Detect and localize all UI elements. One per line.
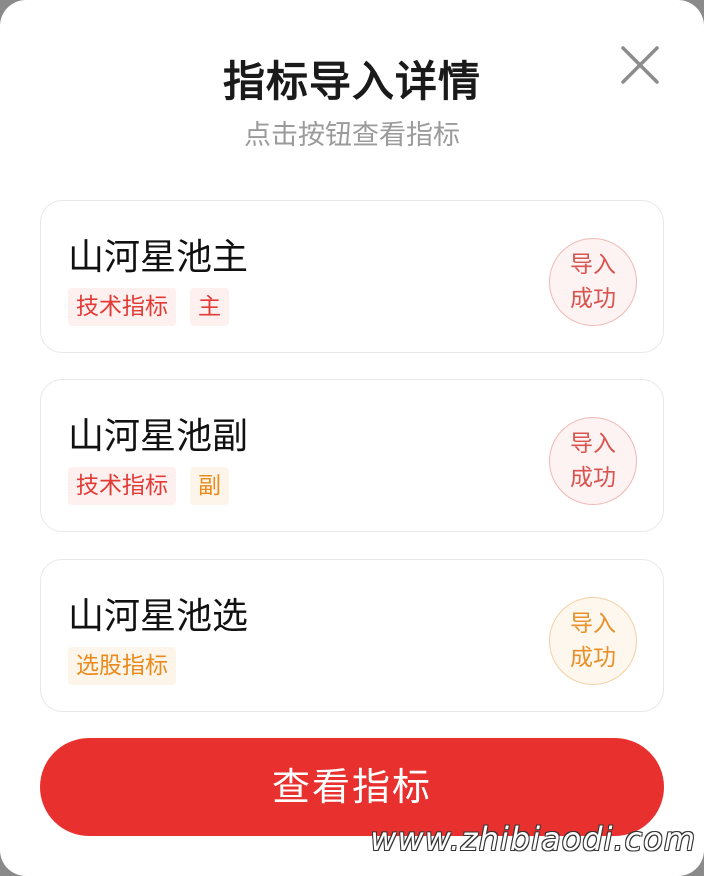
status-badge: 导入 成功	[549, 597, 637, 685]
tag-group: 技术指标 副	[68, 467, 229, 505]
import-details-dialog: 指标导入详情 点击按钮查看指标 山河星池主 技术指标 主 导入 成功 山河星池副…	[0, 0, 704, 876]
tag-role: 副	[190, 467, 229, 505]
close-icon[interactable]	[619, 44, 661, 86]
tag-group: 选股指标	[68, 647, 176, 685]
status-line-2: 成功	[570, 465, 616, 491]
indicator-card[interactable]: 山河星池副 技术指标 副 导入 成功	[40, 379, 664, 532]
dialog-title: 指标导入详情	[222, 57, 481, 106]
tag-group: 技术指标 主	[68, 288, 229, 326]
watermark: www.zhibiaodi.com	[370, 820, 696, 858]
indicator-card[interactable]: 山河星池选 选股指标 导入 成功	[40, 559, 664, 712]
status-line-1: 导入	[570, 431, 616, 457]
indicator-name: 山河星池主	[68, 237, 249, 278]
tag-type: 技术指标	[68, 288, 176, 326]
status-line-2: 成功	[570, 645, 616, 671]
tag-role: 主	[190, 288, 229, 326]
status-line-1: 导入	[570, 611, 616, 637]
indicator-name: 山河星池选	[68, 596, 249, 637]
dialog-subtitle: 点击按钮查看指标	[244, 120, 460, 151]
status-line-1: 导入	[570, 252, 616, 278]
status-badge: 导入 成功	[549, 238, 637, 326]
status-line-2: 成功	[570, 286, 616, 312]
indicator-card[interactable]: 山河星池主 技术指标 主 导入 成功	[40, 200, 664, 353]
tag-type: 选股指标	[68, 647, 176, 685]
indicator-name: 山河星池副	[68, 416, 249, 457]
status-badge: 导入 成功	[549, 417, 637, 505]
tag-type: 技术指标	[68, 467, 176, 505]
